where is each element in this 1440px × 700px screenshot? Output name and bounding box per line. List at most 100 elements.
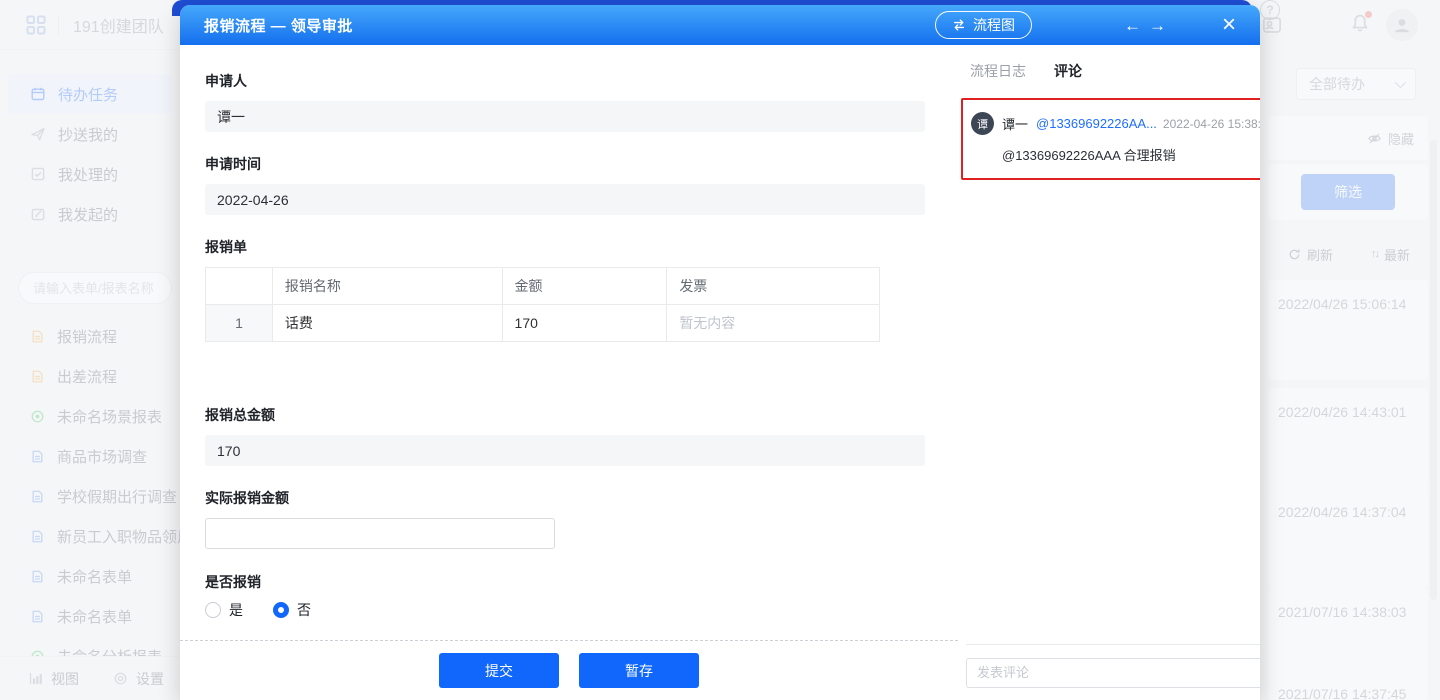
form-list: 报销流程 出差流程 未命名场景报表 商品市场调查 学校假期出行调查 新员工入职物… <box>0 316 200 676</box>
prev-arrow-icon[interactable]: ← <box>1124 17 1141 34</box>
comment-header: 谭 谭一 @13369692226AA... 2022-04-26 15:38:… <box>971 112 1260 135</box>
todo-card[interactable]: 2021/07/16 14:38:03 <box>1268 588 1428 688</box>
eye-off-icon <box>1367 131 1382 146</box>
form-list-item[interactable]: 报销流程 <box>0 316 200 356</box>
apply-time-field: 2022-04-26 <box>205 184 925 215</box>
sidebar-nav: 待办任务 抄送我的 我处理的 我发起的 <box>0 50 180 234</box>
form-list-item[interactable]: 学校假期出行调查 <box>0 476 200 516</box>
dialog-body: 申请人 谭一 申请时间 2022-04-26 报销单 报销名称 金额 发票 <box>180 45 1260 700</box>
radio-no[interactable]: 否 <box>273 600 311 620</box>
field-label-applicant: 申请人 <box>205 71 925 91</box>
todo-card[interactable]: 2021/07/16 14:37:45 <box>1268 686 1428 700</box>
radio-no-label: 否 <box>297 600 311 620</box>
flowchart-button[interactable]: 流程图 <box>935 11 1032 39</box>
form-column: 申请人 谭一 申请时间 2022-04-26 报销单 报销名称 金额 发票 <box>180 45 958 700</box>
send-icon <box>30 126 46 142</box>
sort-latest-button[interactable]: ↑↓ 最新 <box>1371 245 1410 264</box>
settings-label: 设置 <box>136 669 164 689</box>
chart-bars-icon <box>28 671 43 686</box>
form-item-label: 出差流程 <box>57 366 117 387</box>
apps-grid-icon[interactable] <box>26 15 46 35</box>
col-header-amount: 金额 <box>502 268 667 305</box>
comment-author: 谭一 <box>1002 114 1028 133</box>
comment-mention-link[interactable]: @13369692226AA... <box>1036 116 1157 131</box>
comment-list: 谭 谭一 @13369692226AA... 2022-04-26 15:38:… <box>958 91 1260 644</box>
form-list-item[interactable]: 未命名表单 <box>0 596 200 636</box>
form-footer: 提交 暂存 <box>180 640 958 700</box>
list-toolbar: 刷新 ↑↓ 最新 <box>1268 236 1428 272</box>
filter-button[interactable]: 筛选 <box>1301 174 1395 210</box>
refresh-label: 刷新 <box>1307 245 1333 264</box>
todo-timestamp: 2021/07/16 14:38:03 <box>1278 604 1406 620</box>
gear-icon <box>113 671 128 686</box>
file-icon <box>30 529 45 544</box>
form-search-input[interactable] <box>18 272 172 304</box>
refresh-button[interactable]: 刷新 <box>1288 245 1333 264</box>
sort-icon: ↑↓ <box>1371 248 1378 260</box>
sidebar-item-initiated-by-me[interactable]: 我发起的 <box>8 194 172 234</box>
member-card-icon[interactable] <box>1262 15 1282 35</box>
table-row: 1 话费 170 暂无内容 <box>206 305 880 342</box>
todo-card[interactable]: 2022/04/26 15:06:14 <box>1268 280 1428 380</box>
field-label-expense-table: 报销单 <box>205 237 925 257</box>
sidebar-item-label: 抄送我的 <box>58 124 118 145</box>
report-icon <box>30 409 45 424</box>
app-screen: 191创建团队 待办任务 抄送我的 我处理的 <box>0 0 1440 700</box>
col-header-invoice: 发票 <box>667 268 880 305</box>
cell-amount: 170 <box>502 305 667 342</box>
form-list-item[interactable]: 新员工入职物品领用 <box>0 516 200 556</box>
actual-amount-input[interactable] <box>205 518 555 549</box>
form-list-item[interactable]: 出差流程 <box>0 356 200 396</box>
close-icon[interactable]: × <box>1214 13 1244 37</box>
refresh-icon <box>1288 248 1301 261</box>
field-label-actual: 实际报销金额 <box>205 488 925 508</box>
file-icon <box>30 569 45 584</box>
comments-panel: 流程日志 评论 谭 谭一 @13369692226AA... 2022-04-2… <box>958 45 1260 700</box>
tab-process-log[interactable]: 流程日志 <box>970 61 1026 81</box>
sidebar-item-cc-to-me[interactable]: 抄送我的 <box>8 114 172 154</box>
form-list-item[interactable]: 商品市场调查 <box>0 436 200 476</box>
hide-label: 隐藏 <box>1388 129 1414 148</box>
sidebar-item-label: 待办任务 <box>58 84 118 105</box>
task-check-icon <box>30 166 46 182</box>
todo-filter-select[interactable]: 全部待办 <box>1296 68 1416 100</box>
cell-index: 1 <box>206 305 273 342</box>
comment-body: @13369692226AAA 合理报销 <box>1002 145 1260 164</box>
todo-card[interactable]: 2022/04/26 14:37:04 <box>1268 488 1428 588</box>
todo-card[interactable]: 2022/04/26 14:43:01 <box>1268 388 1428 488</box>
submit-button[interactable]: 提交 <box>439 653 559 688</box>
sidebar-item-label: 我处理的 <box>58 164 118 185</box>
scrollbar-thumb[interactable] <box>1430 140 1437 600</box>
sidebar-footer: 视图 设置 <box>0 656 180 700</box>
file-icon <box>30 609 45 624</box>
settings-button[interactable]: 设置 <box>113 669 164 689</box>
todo-timestamp: 2022/04/26 14:37:04 <box>1278 504 1406 520</box>
yesno-radio-group: 是 否 <box>205 600 925 620</box>
save-draft-button[interactable]: 暂存 <box>579 653 699 688</box>
views-button[interactable]: 视图 <box>28 669 79 689</box>
sidebar: 191创建团队 待办任务 抄送我的 我处理的 <box>0 0 180 700</box>
form-item-label: 未命名表单 <box>57 606 132 627</box>
sidebar-item-label: 我发起的 <box>58 204 118 225</box>
tab-comments[interactable]: 评论 <box>1054 61 1082 81</box>
form-list-item[interactable]: 未命名场景报表 <box>0 396 200 436</box>
bell-icon[interactable] <box>1350 13 1370 33</box>
radio-yes[interactable]: 是 <box>205 600 243 620</box>
task-dialog: 报销流程 — 领导审批 流程图 ← → × 申请人 谭一 申请时间 202 <box>180 5 1260 700</box>
field-label-apply-time: 申请时间 <box>205 154 925 174</box>
user-avatar[interactable] <box>1386 9 1418 41</box>
comment-input[interactable] <box>966 658 1260 688</box>
edit-icon <box>30 206 46 222</box>
form-scroll-area: 申请人 谭一 申请时间 2022-04-26 报销单 报销名称 金额 发票 <box>180 45 958 640</box>
team-name[interactable]: 191创建团队 <box>73 13 164 37</box>
chevron-down-icon <box>1395 77 1406 88</box>
sidebar-item-handled-by-me[interactable]: 我处理的 <box>8 154 172 194</box>
form-list-item[interactable]: 未命名表单 <box>0 556 200 596</box>
col-header-index <box>206 268 273 305</box>
file-icon <box>30 369 45 384</box>
table-header-row: 报销名称 金额 发票 <box>206 268 880 305</box>
cell-invoice: 暂无内容 <box>667 305 880 342</box>
sidebar-item-todo-tasks[interactable]: 待办任务 <box>8 74 172 114</box>
next-arrow-icon[interactable]: → <box>1149 17 1166 34</box>
hide-toggle[interactable]: 隐藏 <box>1268 116 1428 160</box>
